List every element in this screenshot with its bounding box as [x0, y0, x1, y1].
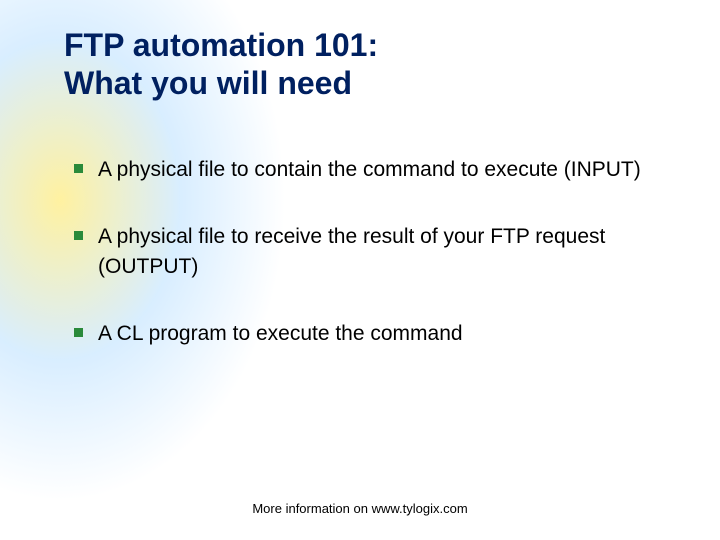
- title-line-2: What you will need: [64, 65, 352, 101]
- square-bullet-icon: [74, 328, 83, 337]
- bullet-text: A CL program to execute the command: [98, 322, 463, 345]
- list-item: A physical file to contain the command t…: [64, 155, 660, 184]
- list-item: A physical file to receive the result of…: [64, 222, 660, 281]
- square-bullet-icon: [74, 231, 83, 240]
- title-line-1: FTP automation 101:: [64, 27, 378, 63]
- slide-container: FTP automation 101: What you will need A…: [0, 0, 720, 540]
- slide-title: FTP automation 101: What you will need: [64, 26, 660, 103]
- square-bullet-icon: [74, 164, 83, 173]
- list-item: A CL program to execute the command: [64, 319, 660, 348]
- slide-footer: More information on www.tylogix.com: [0, 501, 720, 516]
- bullet-list: A physical file to contain the command t…: [64, 155, 660, 349]
- bullet-text: A physical file to receive the result of…: [98, 225, 605, 277]
- bullet-text: A physical file to contain the command t…: [98, 158, 641, 181]
